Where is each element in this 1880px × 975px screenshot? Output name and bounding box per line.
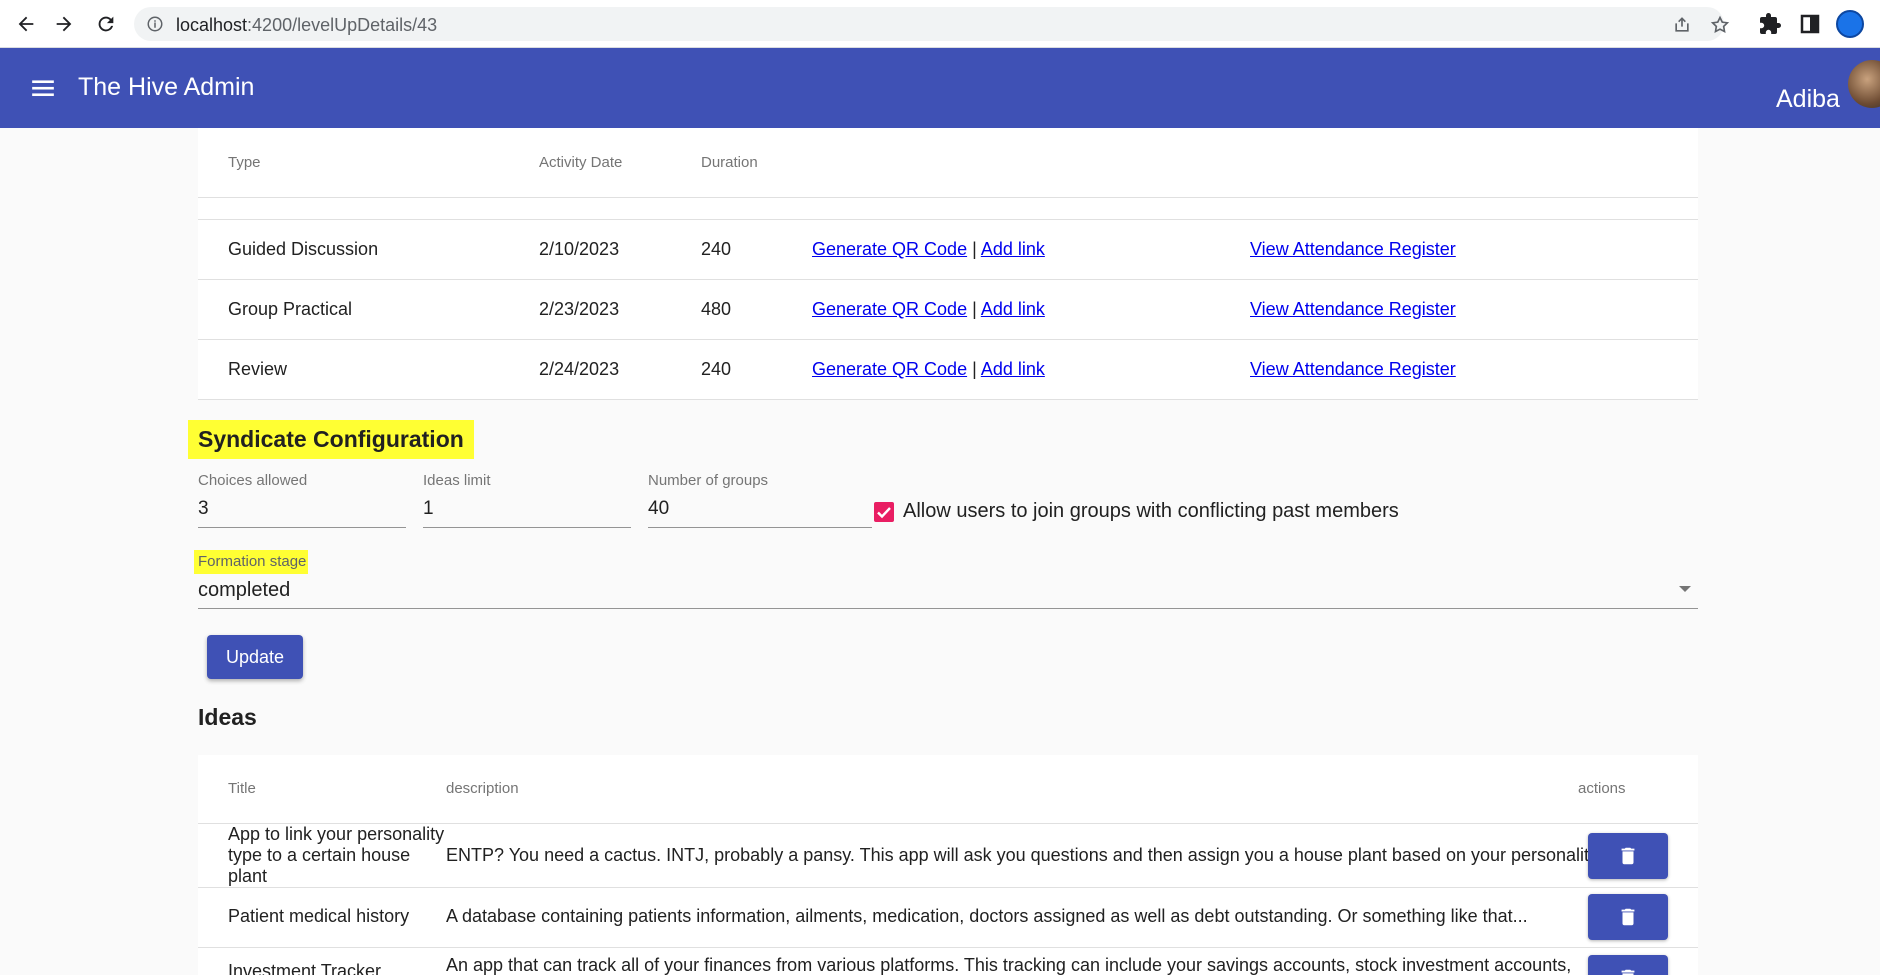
delete-idea-button[interactable] <box>1588 833 1668 879</box>
reload-button[interactable] <box>92 10 120 38</box>
share-icon[interactable] <box>1672 15 1692 35</box>
idea-description: A database containing patients informati… <box>446 906 1528 926</box>
generate-qr-link[interactable]: Generate QR Code <box>812 359 967 379</box>
idea-title: Investment Tracker <box>228 961 382 975</box>
divider <box>198 399 1698 400</box>
row-type: Guided Discussion <box>228 239 379 259</box>
ideas-limit-input[interactable]: 1 <box>423 498 434 520</box>
address-bar[interactable]: localhost:4200/levelUpDetails/43 <box>134 7 1730 41</box>
choices-allowed-input[interactable]: 3 <box>198 498 209 520</box>
ideas-title: Ideas <box>198 704 257 730</box>
reload-icon <box>98 16 114 32</box>
separator: | <box>972 359 977 379</box>
view-attendance-link[interactable]: View Attendance Register <box>1250 359 1456 379</box>
header-duration: Duration <box>701 154 758 171</box>
hamburger-menu-icon[interactable] <box>30 75 56 101</box>
add-link-link[interactable]: Add link <box>981 359 1045 379</box>
extensions-puzzle-icon[interactable] <box>1758 12 1782 36</box>
profile-avatar[interactable] <box>1836 10 1864 38</box>
view-attendance-link[interactable]: View Attendance Register <box>1250 299 1456 319</box>
header-title: Title <box>228 780 256 797</box>
formation-stage-label: Formation stage <box>194 550 309 574</box>
row-duration: 480 <box>701 299 732 319</box>
formation-stage-select[interactable]: completed <box>198 579 290 602</box>
idea-description: An app that can track all of your financ… <box>446 955 1572 975</box>
row-actions: Generate QR Code | Add link <box>812 359 1045 380</box>
forward-button[interactable] <box>50 10 78 38</box>
update-button[interactable]: Update <box>207 635 303 679</box>
arrow-left-icon <box>18 16 34 32</box>
formation-stage-underline <box>198 608 1698 609</box>
row-attendance: View Attendance Register <box>1250 239 1456 260</box>
header-activity-date: Activity Date <box>539 154 623 171</box>
ideas-limit-underline <box>423 527 631 528</box>
ideas-limit-label: Ideas limit <box>423 472 491 489</box>
browser-toolbar: localhost:4200/levelUpDetails/43 <box>0 0 1880 48</box>
row-type: Group Practical <box>228 299 353 319</box>
conflict-checkbox[interactable] <box>874 502 894 522</box>
url-path: :4200/levelUpDetails/43 <box>247 15 438 35</box>
divider <box>198 279 1698 280</box>
trash-icon <box>1621 969 1635 975</box>
side-panel-icon[interactable] <box>1798 12 1822 36</box>
row-actions: Generate QR Code | Add link <box>812 239 1045 260</box>
app-toolbar: The Hive Admin Adiba <box>0 48 1880 128</box>
back-button[interactable] <box>12 10 40 38</box>
chevron-down-icon[interactable] <box>1679 586 1691 592</box>
user-name[interactable]: Adiba <box>1776 85 1840 114</box>
trash-icon <box>1621 847 1635 865</box>
info-icon[interactable] <box>146 15 164 33</box>
syndicate-configuration-title: Syndicate Configuration <box>188 420 474 459</box>
header-type: Type <box>228 154 261 171</box>
number-of-groups-input[interactable]: 40 <box>648 498 669 520</box>
idea-title: App to link your personality type to a c… <box>228 824 445 886</box>
delete-idea-button[interactable] <box>1588 894 1668 940</box>
ideas-table: Title description actions App to link yo… <box>198 755 1698 975</box>
divider <box>198 887 1698 888</box>
trash-icon <box>1621 908 1635 926</box>
app-title: The Hive Admin <box>78 73 255 101</box>
divider <box>198 197 1698 198</box>
number-of-groups-underline <box>648 527 872 528</box>
idea-title: Patient medical history <box>228 906 410 926</box>
add-link-link[interactable]: Add link <box>981 299 1045 319</box>
row-attendance: View Attendance Register <box>1250 299 1456 320</box>
activities-table: Type Activity Date Duration Guided Discu… <box>198 128 1698 400</box>
arrow-right-icon <box>56 16 72 32</box>
url-text[interactable]: localhost:4200/levelUpDetails/43 <box>176 15 437 36</box>
row-duration: 240 <box>701 359 732 379</box>
idea-description: ENTP? You need a cactus. INTJ, probably … <box>446 845 1602 865</box>
row-date: 2/10/2023 <box>539 239 620 259</box>
divider <box>198 947 1698 948</box>
row-attendance: View Attendance Register <box>1250 359 1456 380</box>
checkmark-icon <box>877 507 891 519</box>
conflict-checkbox-label[interactable]: Allow users to join groups with conflict… <box>903 500 1399 523</box>
view-attendance-link[interactable]: View Attendance Register <box>1250 239 1456 259</box>
choices-allowed-underline <box>198 527 406 528</box>
separator: | <box>972 239 977 259</box>
divider <box>198 339 1698 340</box>
number-of-groups-label: Number of groups <box>648 472 769 489</box>
row-duration: 240 <box>701 239 732 259</box>
bookmark-star-icon[interactable] <box>1710 15 1730 35</box>
url-host: localhost <box>176 15 248 35</box>
generate-qr-link[interactable]: Generate QR Code <box>812 239 967 259</box>
row-date: 2/23/2023 <box>539 299 620 319</box>
row-type: Review <box>228 359 288 379</box>
header-actions: actions <box>1578 780 1626 797</box>
separator: | <box>972 299 977 319</box>
header-description: description <box>446 780 519 797</box>
row-date: 2/24/2023 <box>539 359 620 379</box>
delete-idea-button[interactable] <box>1588 955 1668 975</box>
add-link-link[interactable]: Add link <box>981 239 1045 259</box>
avatar[interactable] <box>1848 60 1880 108</box>
divider <box>198 219 1698 220</box>
choices-allowed-label: Choices allowed <box>198 472 308 489</box>
row-actions: Generate QR Code | Add link <box>812 299 1045 320</box>
generate-qr-link[interactable]: Generate QR Code <box>812 299 967 319</box>
